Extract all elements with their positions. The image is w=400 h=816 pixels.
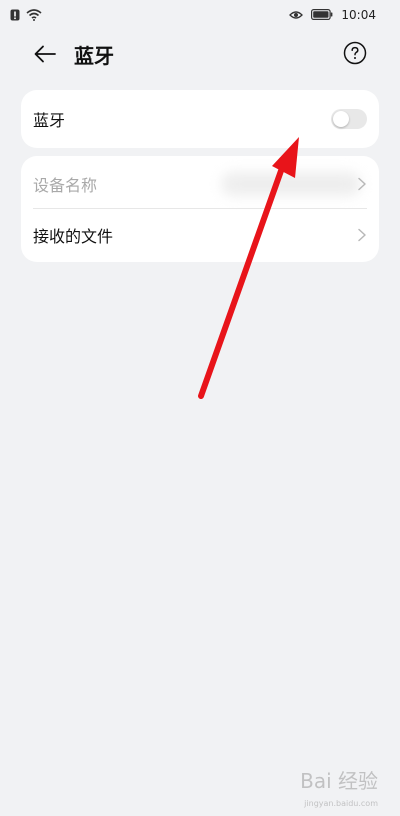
- list-item-device-name[interactable]: 设备名称: [21, 158, 379, 210]
- baidu-watermark: Bai 经验: [300, 765, 378, 794]
- arrow-left-icon: [34, 45, 56, 63]
- watermark-text: Bai 经验: [300, 769, 378, 793]
- status-bar: 10:04: [0, 0, 400, 28]
- settings-list-card: 设备名称 接收的文件: [21, 156, 379, 262]
- bluetooth-row[interactable]: 蓝牙: [21, 93, 379, 145]
- device-name-value-blurred: [221, 172, 361, 196]
- device-name-label: 设备名称: [33, 176, 98, 195]
- chevron-right-icon: [358, 228, 366, 242]
- help-circle-icon: [343, 41, 367, 65]
- header: 蓝牙: [0, 36, 400, 72]
- bluetooth-card: 蓝牙: [21, 90, 379, 148]
- help-button[interactable]: [343, 41, 367, 65]
- battery-icon: [311, 5, 333, 24]
- toggle-knob: [333, 111, 349, 127]
- bluetooth-label: 蓝牙: [33, 111, 66, 130]
- status-right: 10:04: [289, 5, 376, 24]
- page-title: 蓝牙: [74, 44, 114, 68]
- notification-icon: [10, 6, 20, 25]
- eye-icon: [289, 5, 304, 24]
- list-item-received-files[interactable]: 接收的文件: [21, 209, 379, 261]
- watermark-sub: jingyan.baidu.com: [304, 799, 378, 808]
- wifi-icon: [26, 6, 42, 25]
- status-time: 10:04: [341, 7, 376, 22]
- status-left: [10, 6, 42, 25]
- chevron-right-icon: [358, 177, 366, 191]
- received-files-label: 接收的文件: [33, 227, 114, 246]
- back-button[interactable]: [32, 42, 58, 66]
- bluetooth-toggle[interactable]: [331, 109, 367, 129]
